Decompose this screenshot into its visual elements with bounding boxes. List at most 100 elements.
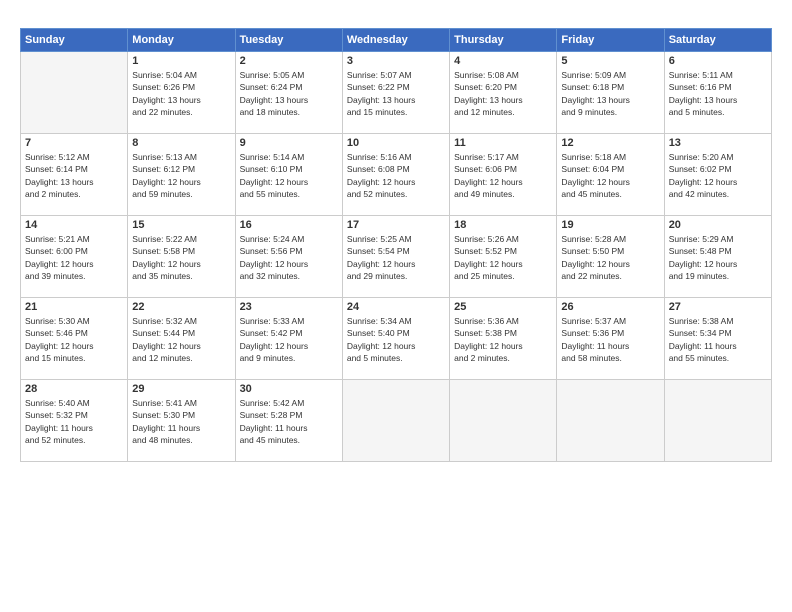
day-info: Sunrise: 5:16 AMSunset: 6:08 PMDaylight:… [347,151,445,200]
calendar-cell: 3 Sunrise: 5:07 AMSunset: 6:22 PMDaylight… [342,52,449,134]
calendar-cell: 22 Sunrise: 5:32 AMSunset: 5:44 PMDayligh… [128,298,235,380]
calendar-cell: 12 Sunrise: 5:18 AMSunset: 6:04 PMDayligh… [557,134,664,216]
day-info: Sunrise: 5:40 AMSunset: 5:32 PMDaylight:… [25,397,123,446]
day-info: Sunrise: 5:17 AMSunset: 6:06 PMDaylight:… [454,151,552,200]
day-number: 27 [669,301,767,313]
day-number: 14 [25,219,123,231]
day-number: 19 [561,219,659,231]
day-info: Sunrise: 5:42 AMSunset: 5:28 PMDaylight:… [240,397,338,446]
day-number: 22 [132,301,230,313]
day-info: Sunrise: 5:25 AMSunset: 5:54 PMDaylight:… [347,233,445,282]
day-info: Sunrise: 5:04 AMSunset: 6:26 PMDaylight:… [132,69,230,118]
day-info: Sunrise: 5:32 AMSunset: 5:44 PMDaylight:… [132,315,230,364]
calendar-cell: 26Sunrise: 5:37 AMSunset: 5:36 PMDayligh… [557,298,664,380]
day-number: 25 [454,301,552,313]
calendar-cell: 9 Sunrise: 5:14 AMSunset: 6:10 PMDaylight… [235,134,342,216]
calendar-cell: 24 Sunrise: 5:34 AMSunset: 5:40 PMDayligh… [342,298,449,380]
day-number: 28 [25,383,123,395]
day-number: 13 [669,137,767,149]
calendar-header-row: SundayMondayTuesdayWednesdayThursdayFrid… [21,29,772,52]
day-info: Sunrise: 5:21 AMSunset: 6:00 PMDaylight:… [25,233,123,282]
day-number: 23 [240,301,338,313]
calendar-week-row: 1 Sunrise: 5:04 AMSunset: 6:26 PMDaylight… [21,52,772,134]
calendar-cell: 14 Sunrise: 5:21 AMSunset: 6:00 PMDayligh… [21,216,128,298]
day-number: 11 [454,137,552,149]
day-info: Sunrise: 5:14 AMSunset: 6:10 PMDaylight:… [240,151,338,200]
day-number: 26 [561,301,659,313]
calendar-cell: 25 Sunrise: 5:36 AMSunset: 5:38 PMDayligh… [450,298,557,380]
calendar-cell: 11 Sunrise: 5:17 AMSunset: 6:06 PMDayligh… [450,134,557,216]
day-number: 17 [347,219,445,231]
calendar-cell: 7 Sunrise: 5:12 AMSunset: 6:14 PMDaylight… [21,134,128,216]
calendar-cell: 29 Sunrise: 5:41 AMSunset: 5:30 PMDayligh… [128,380,235,462]
day-number: 29 [132,383,230,395]
day-number: 20 [669,219,767,231]
day-info: Sunrise: 5:33 AMSunset: 5:42 PMDaylight:… [240,315,338,364]
col-header-friday: Friday [557,29,664,52]
col-header-tuesday: Tuesday [235,29,342,52]
day-number: 12 [561,137,659,149]
day-info: Sunrise: 5:18 AMSunset: 6:04 PMDaylight:… [561,151,659,200]
calendar-cell [664,380,771,462]
calendar-cell: 20 Sunrise: 5:29 AMSunset: 5:48 PMDayligh… [664,216,771,298]
calendar-cell: 17 Sunrise: 5:25 AMSunset: 5:54 PMDayligh… [342,216,449,298]
day-info: Sunrise: 5:36 AMSunset: 5:38 PMDaylight:… [454,315,552,364]
day-info: Sunrise: 5:11 AMSunset: 6:16 PMDaylight:… [669,69,767,118]
day-number: 16 [240,219,338,231]
day-info: Sunrise: 5:13 AMSunset: 6:12 PMDaylight:… [132,151,230,200]
page: SundayMondayTuesdayWednesdayThursdayFrid… [0,0,792,612]
day-number: 1 [132,55,230,67]
col-header-monday: Monday [128,29,235,52]
col-header-saturday: Saturday [664,29,771,52]
day-number: 30 [240,383,338,395]
day-info: Sunrise: 5:29 AMSunset: 5:48 PMDaylight:… [669,233,767,282]
day-number: 2 [240,55,338,67]
calendar-cell: 6 Sunrise: 5:11 AMSunset: 6:16 PMDaylight… [664,52,771,134]
calendar-cell: 21Sunrise: 5:30 AMSunset: 5:46 PMDayligh… [21,298,128,380]
calendar-table: SundayMondayTuesdayWednesdayThursdayFrid… [20,28,772,462]
calendar-cell: 27 Sunrise: 5:38 AMSunset: 5:34 PMDayligh… [664,298,771,380]
calendar-cell [342,380,449,462]
day-info: Sunrise: 5:28 AMSunset: 5:50 PMDaylight:… [561,233,659,282]
calendar-cell: 10 Sunrise: 5:16 AMSunset: 6:08 PMDayligh… [342,134,449,216]
calendar-cell: 28 Sunrise: 5:40 AMSunset: 5:32 PMDayligh… [21,380,128,462]
day-number: 7 [25,137,123,149]
day-number: 3 [347,55,445,67]
day-number: 18 [454,219,552,231]
calendar-cell: 23 Sunrise: 5:33 AMSunset: 5:42 PMDayligh… [235,298,342,380]
calendar-cell: 16 Sunrise: 5:24 AMSunset: 5:56 PMDayligh… [235,216,342,298]
day-info: Sunrise: 5:38 AMSunset: 5:34 PMDaylight:… [669,315,767,364]
day-info: Sunrise: 5:26 AMSunset: 5:52 PMDaylight:… [454,233,552,282]
col-header-thursday: Thursday [450,29,557,52]
day-number: 8 [132,137,230,149]
calendar-cell: 5Sunrise: 5:09 AMSunset: 6:18 PMDaylight… [557,52,664,134]
calendar-cell: 1 Sunrise: 5:04 AMSunset: 6:26 PMDaylight… [128,52,235,134]
day-info: Sunrise: 5:34 AMSunset: 5:40 PMDaylight:… [347,315,445,364]
day-info: Sunrise: 5:24 AMSunset: 5:56 PMDaylight:… [240,233,338,282]
day-info: Sunrise: 5:07 AMSunset: 6:22 PMDaylight:… [347,69,445,118]
calendar-week-row: 21Sunrise: 5:30 AMSunset: 5:46 PMDayligh… [21,298,772,380]
day-info: Sunrise: 5:22 AMSunset: 5:58 PMDaylight:… [132,233,230,282]
calendar-cell [21,52,128,134]
day-number: 10 [347,137,445,149]
calendar-week-row: 7 Sunrise: 5:12 AMSunset: 6:14 PMDaylight… [21,134,772,216]
calendar-week-row: 28 Sunrise: 5:40 AMSunset: 5:32 PMDayligh… [21,380,772,462]
calendar-cell [557,380,664,462]
day-number: 6 [669,55,767,67]
col-header-sunday: Sunday [21,29,128,52]
calendar-cell: 13 Sunrise: 5:20 AMSunset: 6:02 PMDayligh… [664,134,771,216]
calendar-cell: 4Sunrise: 5:08 AMSunset: 6:20 PMDaylight… [450,52,557,134]
day-info: Sunrise: 5:05 AMSunset: 6:24 PMDaylight:… [240,69,338,118]
col-header-wednesday: Wednesday [342,29,449,52]
day-number: 9 [240,137,338,149]
day-number: 24 [347,301,445,313]
day-number: 15 [132,219,230,231]
day-info: Sunrise: 5:20 AMSunset: 6:02 PMDaylight:… [669,151,767,200]
calendar-cell: 19 Sunrise: 5:28 AMSunset: 5:50 PMDayligh… [557,216,664,298]
day-info: Sunrise: 5:41 AMSunset: 5:30 PMDaylight:… [132,397,230,446]
calendar-cell: 30 Sunrise: 5:42 AMSunset: 5:28 PMDayligh… [235,380,342,462]
day-number: 4 [454,55,552,67]
day-info: Sunrise: 5:09 AMSunset: 6:18 PMDaylight:… [561,69,659,118]
day-info: Sunrise: 5:12 AMSunset: 6:14 PMDaylight:… [25,151,123,200]
day-number: 21 [25,301,123,313]
